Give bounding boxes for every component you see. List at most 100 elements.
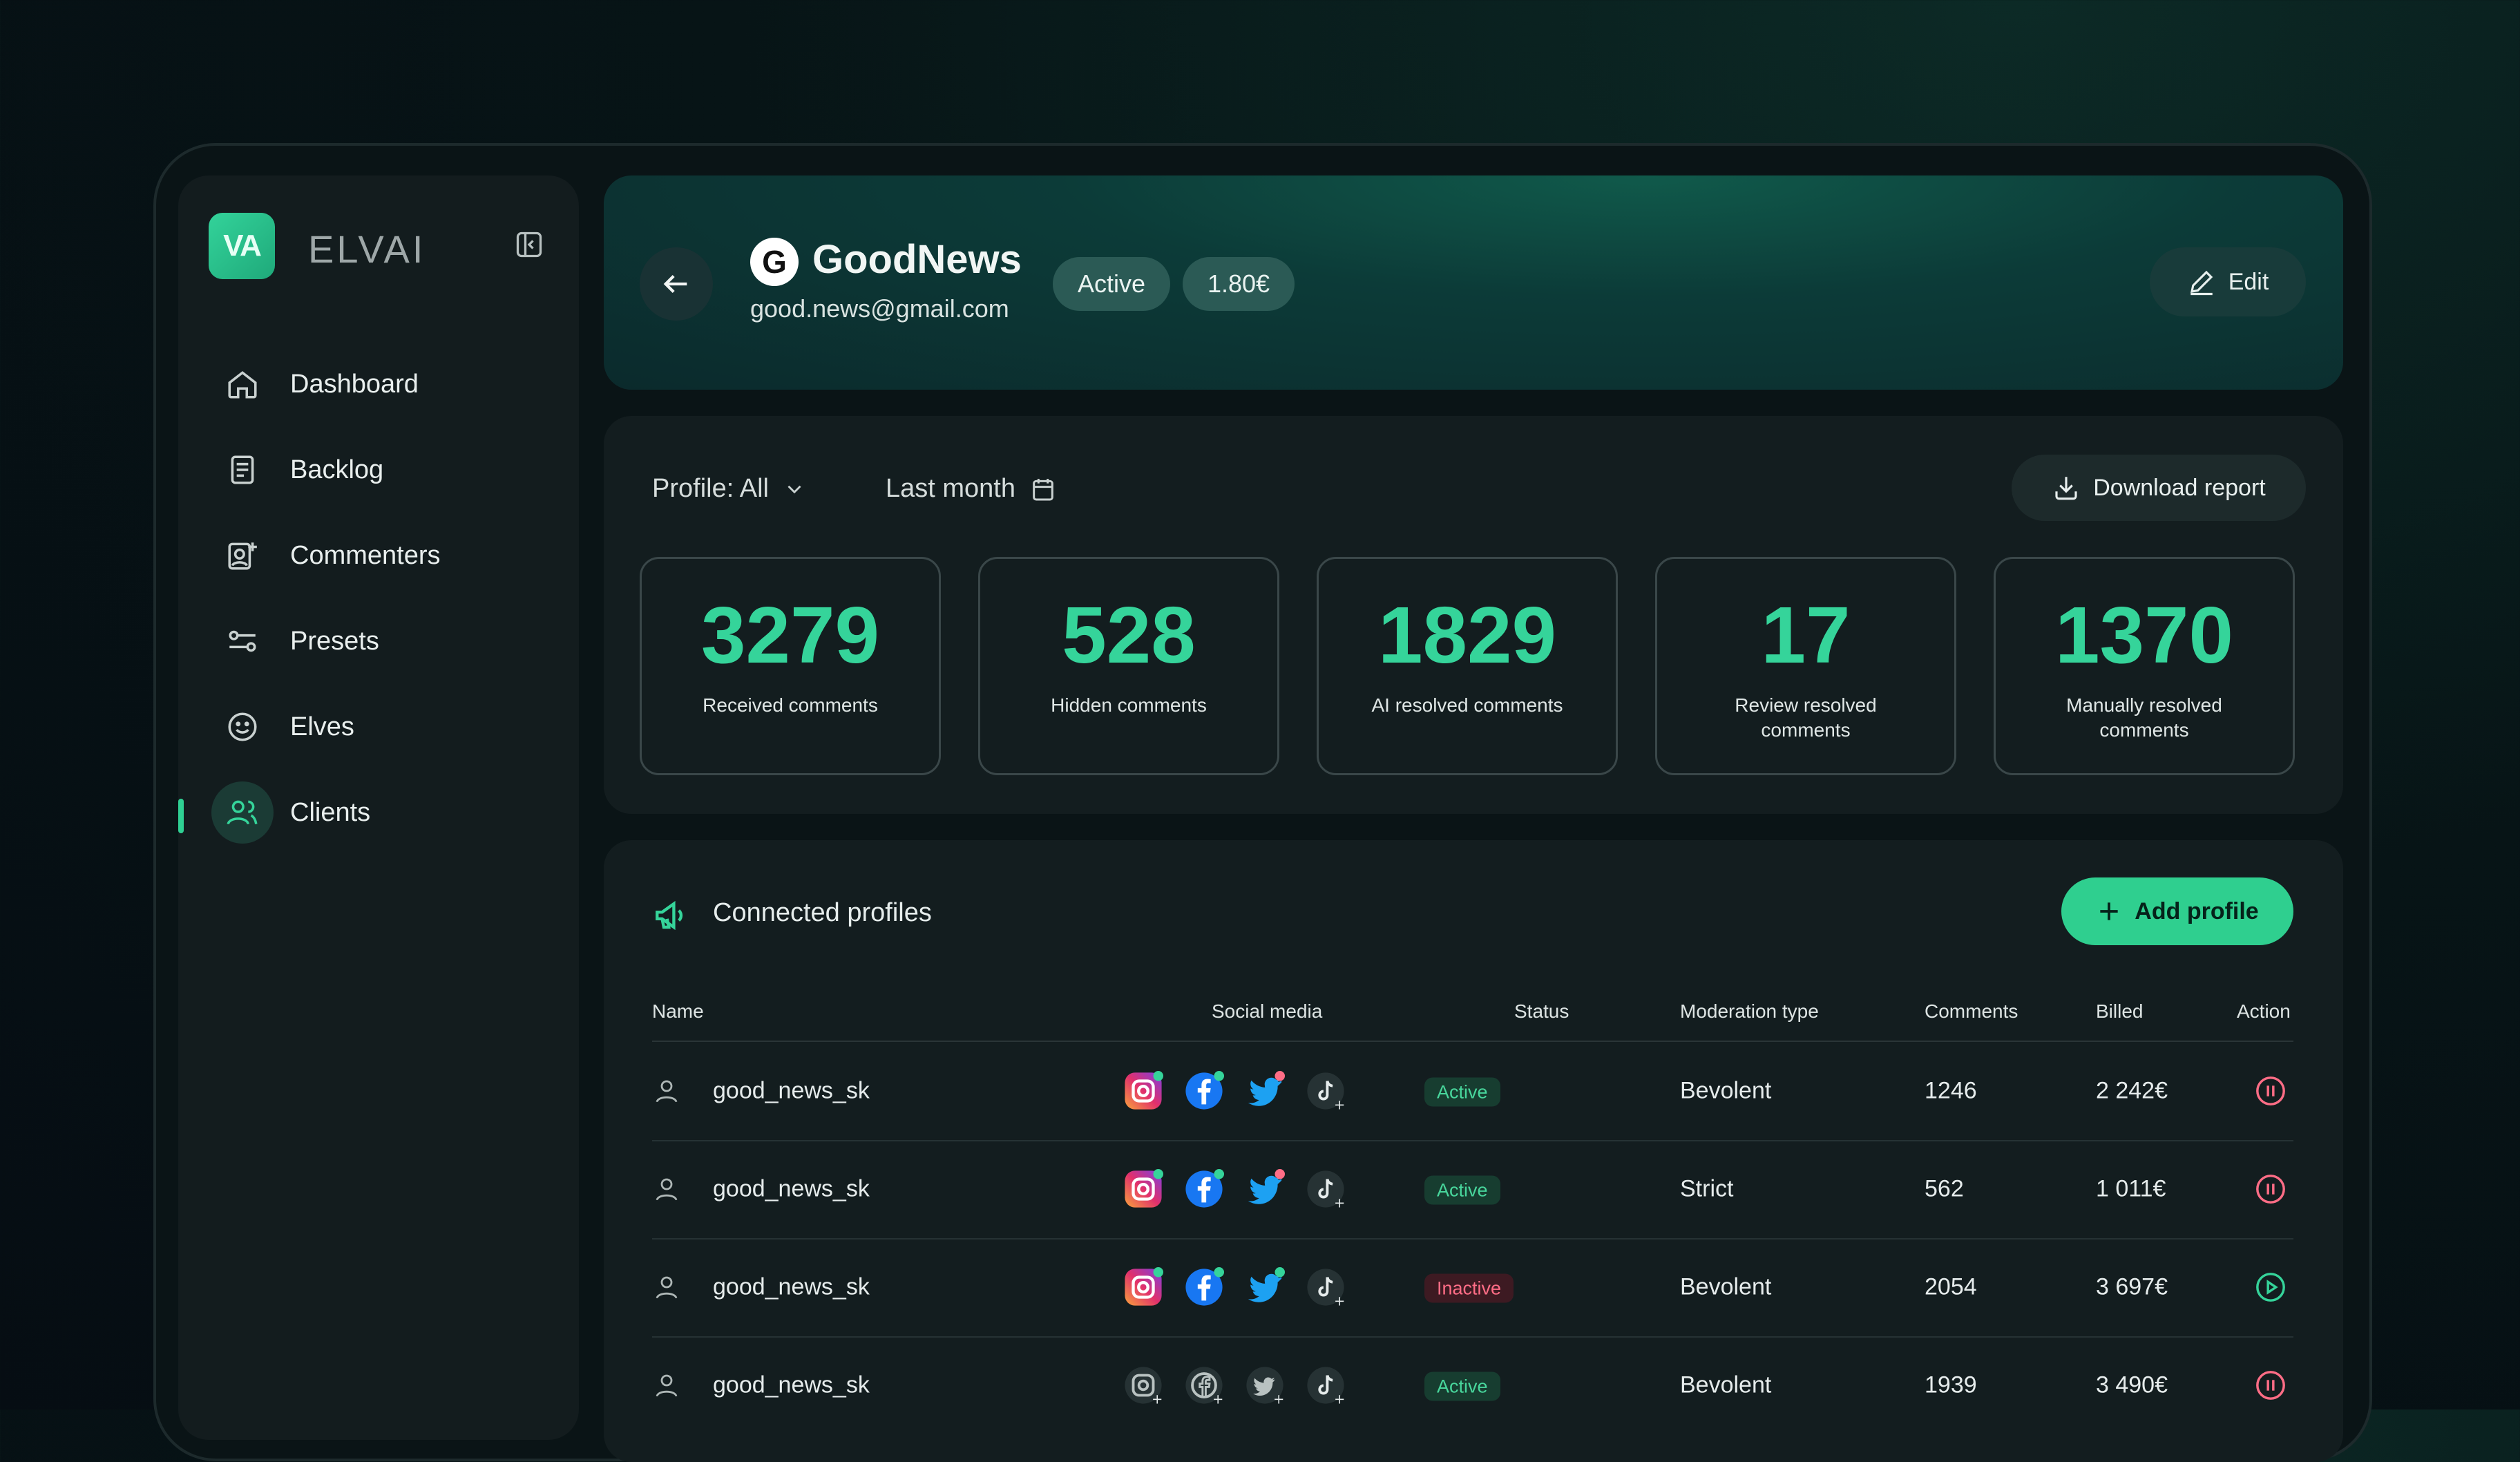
profile-name: good_news_sk [713,1077,870,1104]
twitter-icon[interactable] [1245,1169,1285,1209]
sidebar-item-label: Backlog [290,455,384,484]
status-badge: Inactive [1424,1273,1514,1303]
instagram-icon[interactable] [1123,1071,1163,1111]
tiktok-icon[interactable]: + [1306,1365,1346,1405]
download-icon [2055,477,2077,500]
column-header-action[interactable]: Action [2237,1000,2291,1023]
stat-cards: 3279 Received comments 528 Hidden commen… [640,557,2295,775]
instagram-icon[interactable] [1123,1169,1163,1209]
sidebar-item-elves[interactable]: Elves [209,684,554,770]
facebook-icon[interactable] [1184,1071,1224,1111]
user-add-icon [221,534,264,577]
svg-text:+: + [1273,1392,1284,1405]
back-button[interactable] [640,247,713,321]
edit-button[interactable]: Edit [2150,247,2306,316]
sidebar-item-presets[interactable]: Presets [209,598,554,684]
stat-card-received: 3279 Received comments [640,557,941,775]
user-icon [656,1178,678,1201]
logo-mark: VA [209,213,275,279]
status-cell: Inactive [1424,1273,1514,1303]
stat-label: Review resolved comments [1735,694,1877,741]
moderation-type: Bevolent [1680,1273,1772,1300]
download-report-label: Download report [2093,474,2266,501]
sidebar-collapse-icon[interactable] [514,229,544,260]
tiktok-icon[interactable]: + [1306,1071,1346,1111]
sidebar-item-clients[interactable]: Clients [178,770,554,855]
profile-filter[interactable]: Profile: All [652,474,806,504]
instagram-icon[interactable]: + [1123,1365,1163,1405]
stat-card-hidden: 528 Hidden comments [978,557,1279,775]
stat-value: 528 [1062,590,1196,680]
sidebar: VA ELVAI Dashboard Backlog Commenters Pr… [178,175,579,1440]
sidebar-item-commenters[interactable]: Commenters [209,513,554,598]
billed-amount: 1 011€ [2096,1175,2166,1202]
table-row[interactable]: good_news_sk + + + + Active Bevolent 193… [652,1336,2293,1434]
svg-text:+: + [1334,1392,1345,1405]
client-header: G GoodNews good.news@gmail.com Active 1.… [604,175,2343,390]
stat-value: 1829 [1377,590,1557,680]
profile-name: good_news_sk [713,1371,870,1398]
twitter-icon[interactable] [1245,1071,1285,1111]
twitter-icon[interactable]: + [1245,1365,1285,1405]
stat-label: Hidden comments [1051,694,1207,716]
comments-count: 2054 [1925,1273,1977,1300]
client-logo: G [750,238,799,286]
status-badge: Active [1424,1371,1500,1401]
stat-card-manually-resolved: 1370 Manually resolved comments [1994,557,2295,775]
status-cell: Active [1424,1371,1500,1401]
period-filter[interactable]: Last month [886,474,1057,504]
tiktok-icon[interactable]: + [1306,1169,1346,1209]
stats-panel: Profile: All Last month Download report … [604,416,2343,814]
column-header-comments[interactable]: Comments [1925,1000,2018,1023]
svg-text:+: + [1152,1392,1163,1405]
stat-label: Manually resolved comments [2066,694,2222,741]
sidebar-item-backlog[interactable]: Backlog [209,427,554,513]
tiktok-icon[interactable]: + [1306,1267,1346,1307]
add-profile-button[interactable]: Add profile [2061,877,2293,945]
status-cell: Active [1424,1077,1500,1107]
column-header-billed[interactable]: Billed [2096,1000,2143,1023]
pause-icon[interactable] [2255,1075,2287,1107]
client-name: GoodNews [812,237,1022,282]
play-icon[interactable] [2255,1271,2287,1303]
svg-text:+: + [1334,1293,1345,1307]
facebook-icon[interactable] [1184,1267,1224,1307]
download-report-button[interactable]: Download report [2012,455,2306,521]
chevron-down-icon [788,485,801,493]
table-row[interactable]: good_news_sk + Active Strict 562 1 011€ [652,1140,2293,1240]
pause-icon[interactable] [2255,1369,2287,1401]
svg-text:+: + [1334,1195,1345,1209]
svg-text:+: + [1212,1392,1223,1405]
sidebar-item-dashboard[interactable]: Dashboard [209,341,554,427]
user-icon [656,1080,678,1103]
client-email: good.news@gmail.com [750,294,1009,323]
table-row[interactable]: good_news_sk + Inactive Bevolent 2054 3 … [652,1238,2293,1338]
profile-name: good_news_sk [713,1175,870,1202]
arrow-left-icon [663,275,687,293]
twitter-icon[interactable] [1245,1267,1285,1307]
column-header-moderation[interactable]: Moderation type [1680,1000,1819,1023]
period-filter-label: Last month [886,474,1015,503]
moderation-type: Strict [1680,1175,1734,1202]
facebook-icon[interactable] [1184,1169,1224,1209]
section-title: Connected profiles [713,898,932,927]
calendar-icon [1033,478,1053,500]
sidebar-item-label: Elves [290,712,354,741]
column-header-social[interactable]: Social media [1212,1000,1322,1023]
document-icon [221,448,264,491]
facebook-icon[interactable]: + [1184,1365,1224,1405]
moderation-type: Bevolent [1680,1077,1772,1104]
sidebar-nav: Dashboard Backlog Commenters Presets Elv… [178,341,554,855]
svg-text:+: + [1334,1097,1345,1111]
instagram-icon[interactable] [1123,1267,1163,1307]
stat-card-review-resolved: 17 Review resolved comments [1655,557,1956,775]
price-badge: 1.80€ [1183,257,1295,311]
status-cell: Active [1424,1175,1500,1205]
column-header-name[interactable]: Name [652,1000,704,1023]
status-badge: Active [1424,1175,1500,1205]
comments-count: 1939 [1925,1371,1977,1398]
table-row[interactable]: good_news_sk + Active Bevolent 1246 2 24… [652,1042,2293,1141]
column-header-status[interactable]: Status [1514,1000,1569,1023]
pause-icon[interactable] [2255,1173,2287,1205]
stat-value: 3279 [700,590,880,680]
